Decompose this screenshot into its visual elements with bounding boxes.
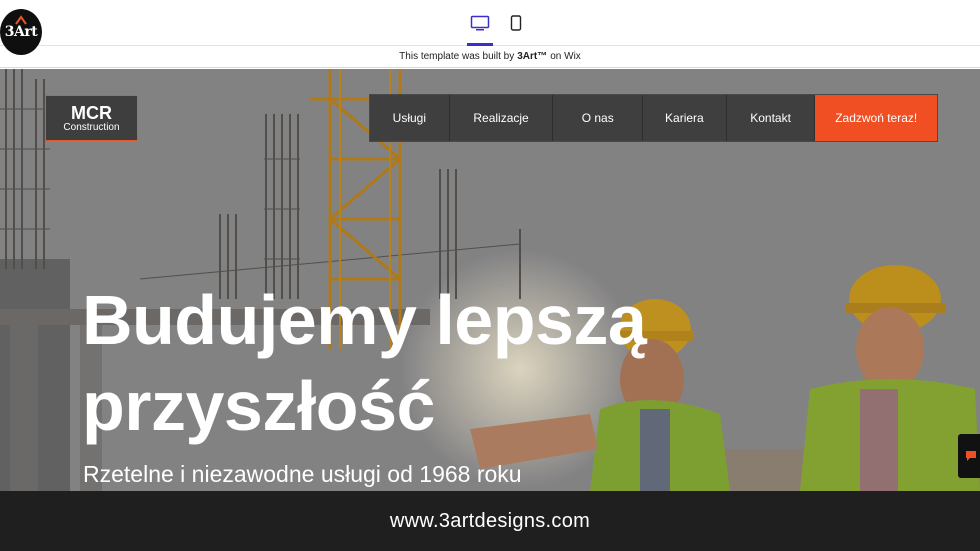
logo-text: 3Art [4,24,38,40]
desktop-icon[interactable] [467,10,493,36]
built-by-prefix: This template was built by [399,51,515,62]
chat-button[interactable] [958,434,980,478]
hero-title-line-2: przyszłość [82,367,435,445]
hero-title-line-1: Budujemy lepszą [82,281,647,359]
call-now-button[interactable]: Zadzwoń teraz! [815,95,937,141]
nav-item-kariera[interactable]: Kariera [643,95,727,141]
site-logo[interactable]: MCR Construction [45,95,138,141]
hero-section: MCR Construction Usługi Realizacje O nas… [0,69,980,491]
site-logo-subtitle: Construction [63,122,120,133]
nav-item-kontakt[interactable]: Kontakt [727,95,816,141]
nav-item-o-nas[interactable]: O nas [553,95,644,141]
mobile-icon[interactable] [503,10,529,36]
preview-toolbar [0,0,980,46]
chat-icon [966,451,976,461]
hero-title: Budujemy lepszą przyszłość [82,277,762,449]
nav-item-uslugi[interactable]: Usługi [370,95,450,141]
3art-logo[interactable]: 3Art [0,9,42,55]
website-url-bar: www.3artdesigns.com [0,491,980,551]
nav-item-realizacje[interactable]: Realizacje [450,95,554,141]
website-url: www.3artdesigns.com [389,509,591,532]
main-navigation: Usługi Realizacje O nas Kariera Kontakt … [369,94,938,142]
hero-subtitle: Rzetelne i niezawodne usługi od 1968 rok… [83,461,522,487]
built-by-suffix: on Wix [550,51,581,62]
site-logo-title: MCR [71,103,112,123]
built-by-banner: This template was built by 3Art™ on Wix [0,46,980,68]
logo-mark-icon [15,15,27,25]
built-by-brand[interactable]: 3Art™ [517,51,547,62]
